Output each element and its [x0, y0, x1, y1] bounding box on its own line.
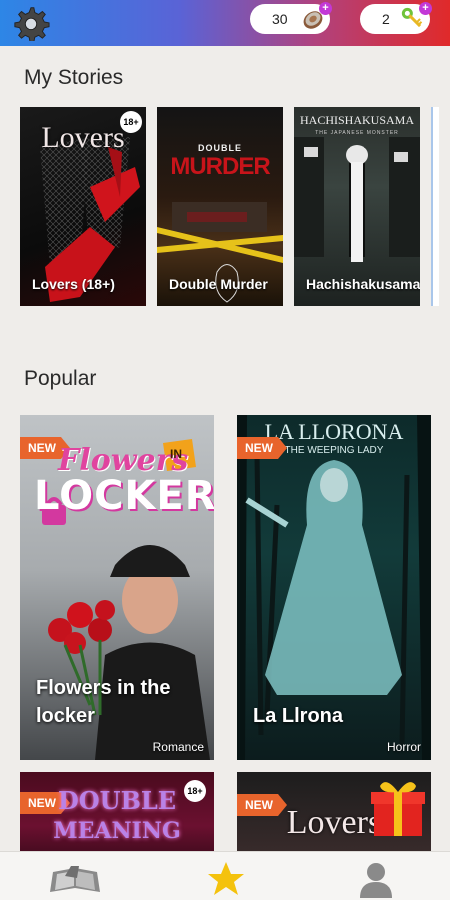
add-keys-button[interactable]: + [419, 2, 432, 15]
add-coins-button[interactable]: + [319, 2, 332, 15]
my-story-card-double-murder[interactable]: DOUBLE MURDER Double Murder [157, 107, 283, 306]
adult-badge: 18+ [120, 111, 142, 133]
bottom-nav [0, 851, 450, 900]
my-story-card-partial[interactable] [431, 107, 439, 306]
popular-title: Popular [24, 367, 97, 390]
my-story-card-lovers[interactable]: Lovers 18+ Lovers (18+) [20, 107, 146, 306]
story-title: Hachishakusama [306, 276, 420, 292]
popular-card-double-meaning[interactable]: NEW DOUBLE MEANING 18+ [20, 772, 214, 862]
top-bar: 30 + 2 + [0, 0, 450, 46]
star-icon[interactable] [196, 858, 256, 898]
my-stories-title: My Stories [24, 66, 124, 89]
double-meaning-cover-line2: MEANING [53, 818, 181, 844]
library-icon[interactable] [45, 858, 105, 898]
hachishakusama-cover-title: HACHISHAKUSAMA [299, 113, 414, 127]
story-title: Lovers (18+) [32, 276, 115, 292]
gift-icon[interactable] [368, 774, 428, 840]
keys-counter[interactable]: 2 + [360, 2, 432, 34]
coins-value: 30 [272, 11, 288, 27]
story-title: Double Murder [169, 276, 268, 292]
hachishakusama-cover-subtitle: THE JAPANESE MONSTER [315, 130, 399, 136]
story-name: La Llrona [253, 705, 344, 727]
keys-value: 2 [382, 11, 390, 27]
flowers-cover-in: IN [170, 447, 182, 461]
profile-icon[interactable] [346, 858, 406, 898]
flowers-cover-title-line2: LOCKER [34, 473, 214, 519]
adult-badge: 18+ [184, 780, 206, 802]
popular-card-flowers[interactable]: NEW Flowers IN LOCKER Flowers in the loc… [20, 415, 214, 760]
popular-card-la-llorona[interactable]: LA LLORONA THE WEEPING LADY NEW La Llron… [237, 415, 431, 760]
my-story-card-hachishakusama[interactable]: HACHISHAKUSAMA THE JAPANESE MONSTER Hach… [294, 107, 420, 306]
story-genre: Horror [386, 740, 421, 754]
double-murder-cover-top: DOUBLE [198, 143, 242, 153]
double-murder-cover-title: MURDER [170, 153, 270, 180]
gear-icon[interactable] [12, 3, 50, 41]
new-tag: NEW [237, 437, 287, 459]
story-name: Flowers in the locker [36, 677, 171, 727]
story-genre: Romance [152, 740, 204, 754]
coins-counter[interactable]: 30 + [250, 2, 332, 34]
